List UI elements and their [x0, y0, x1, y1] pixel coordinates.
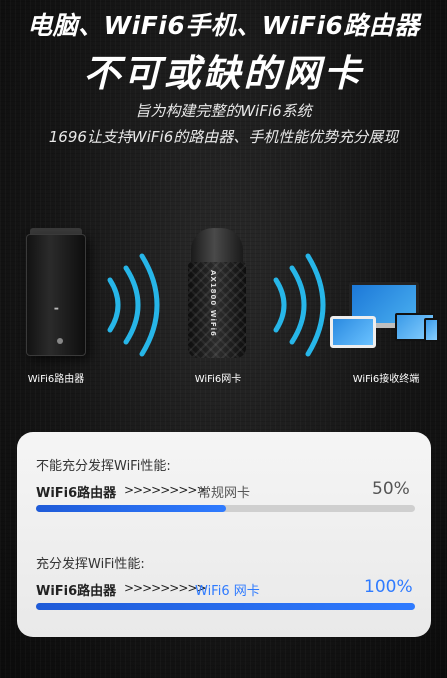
router-label: WiFi6路由器: [27, 374, 85, 385]
with-source: WiFi6路由器: [36, 584, 117, 599]
dongle-body: [188, 262, 246, 358]
without-progress-fill: [36, 505, 226, 512]
signal-waves-right-icon: [273, 253, 326, 357]
without-target: 常规网卡: [198, 486, 251, 501]
with-percent: 100%: [364, 577, 413, 597]
without-heading: 不能充分发挥WiFi性能:: [36, 459, 171, 474]
signal-waves-left-icon: [107, 253, 160, 357]
dongle-print: AX1800 WiFi6: [209, 270, 217, 337]
router-body: [26, 234, 86, 356]
without-percent: 50%: [372, 479, 410, 499]
subtitle-line-2: 1696让支持WiFi6的路由器、手机性能优势充分展现: [48, 128, 399, 146]
tablet-icon: [330, 316, 376, 348]
with-target: WiFi6 网卡: [195, 584, 260, 599]
router-logo: ▬: [54, 306, 59, 312]
subtitle-line-1: 旨为构建完整的WiFi6系统: [135, 102, 312, 120]
phone-icon: [424, 318, 439, 342]
without-progress-bar: [36, 505, 415, 512]
without-arrows: >>>>>>>>>: [124, 483, 206, 497]
dongle-label: WiFi6网卡: [194, 374, 242, 385]
router-power-led: [57, 338, 63, 344]
with-progress-fill: [36, 603, 415, 610]
headline-devices: 电脑、WiFi6手机、WiFi6路由器: [27, 11, 420, 40]
without-source: WiFi6路由器: [36, 486, 117, 501]
with-heading: 充分发挥WiFi性能:: [36, 557, 145, 572]
with-progress-bar: [36, 603, 415, 610]
headline-main: 不可或缺的网卡: [83, 52, 364, 95]
with-arrows: >>>>>>>>>: [124, 581, 206, 595]
endpoints-label: WiFi6接收终端: [352, 374, 420, 385]
